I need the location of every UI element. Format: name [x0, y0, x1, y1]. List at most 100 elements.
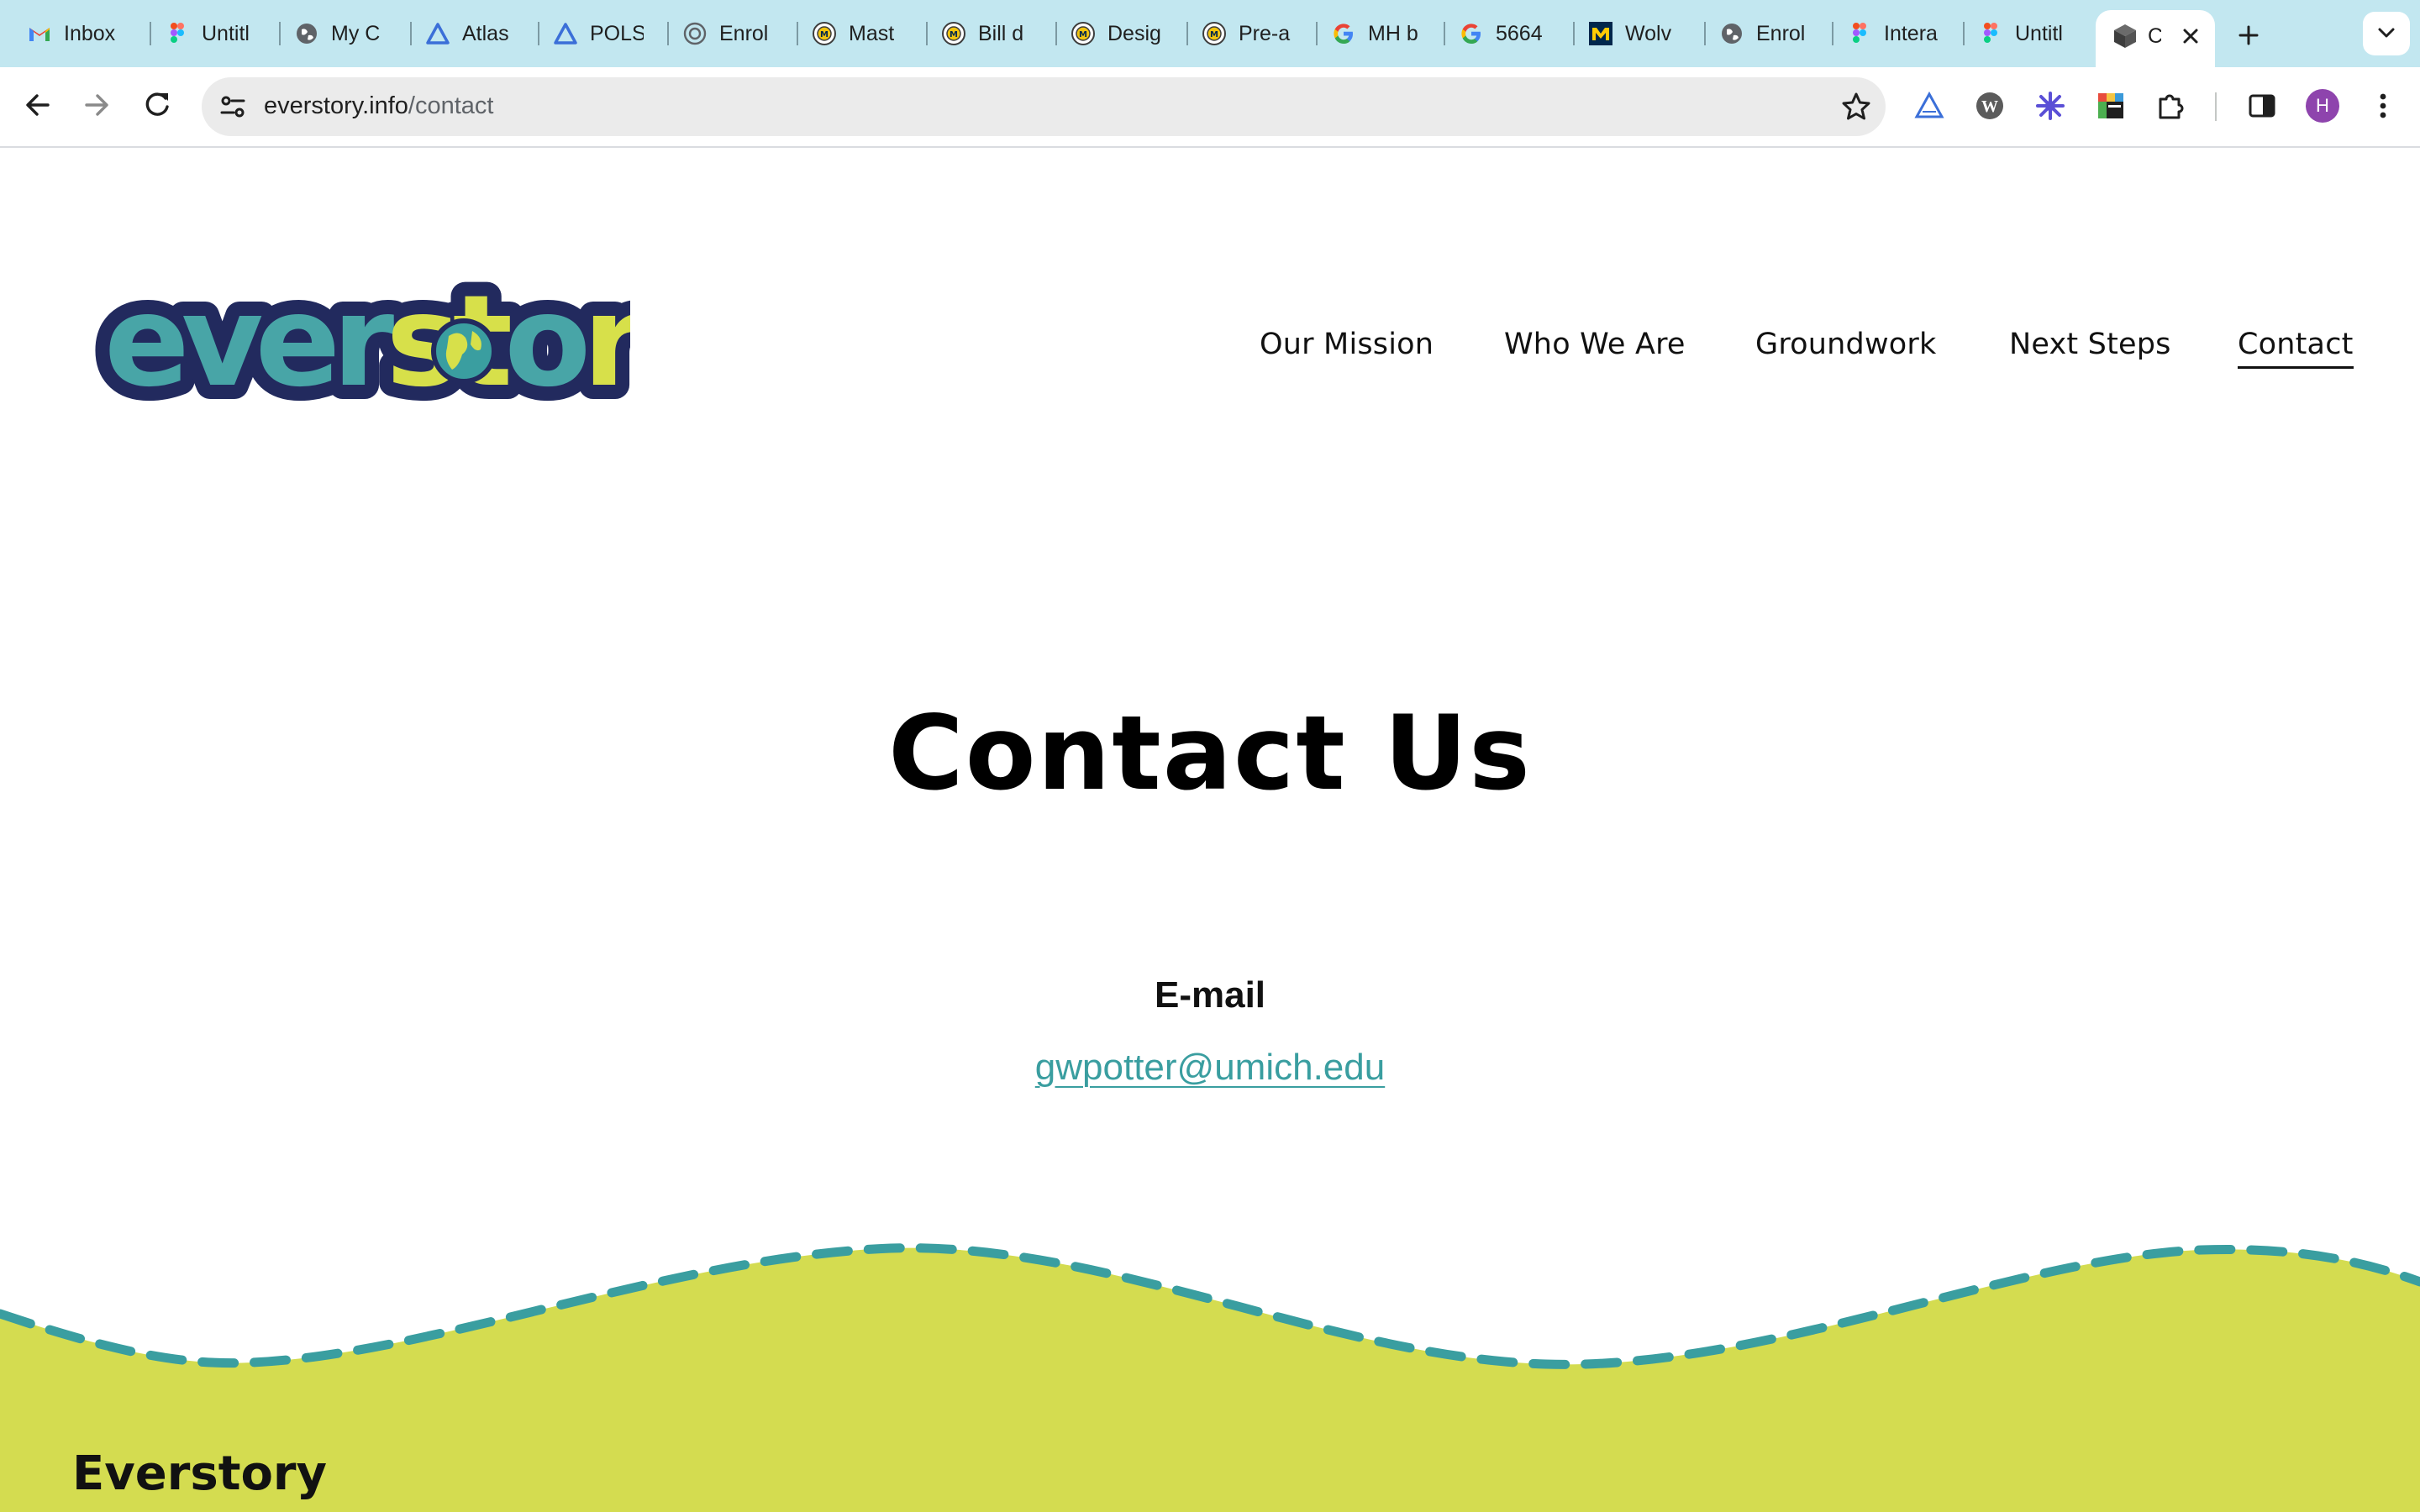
tab-separator: [1704, 22, 1706, 45]
page-title: Contact Us: [888, 694, 1532, 813]
svg-text:M: M: [950, 30, 958, 39]
plus-icon: [2238, 25, 2259, 45]
browser-tab[interactable]: Untitl: [165, 12, 272, 55]
email-link: gwpotter@umich.edu: [0, 1047, 2420, 1089]
browser-tab[interactable]: M Pre-a: [1202, 12, 1309, 55]
extensions-puzzle-icon[interactable]: [2151, 86, 2191, 126]
browser-tab[interactable]: Enrol: [682, 12, 790, 55]
tab-title: Wolv: [1625, 21, 1672, 45]
avatar: H: [2306, 89, 2339, 123]
globe-icon: [431, 318, 497, 384]
nav-our-mission[interactable]: Our Mission: [1260, 328, 1434, 361]
tab-title: Enrol: [719, 21, 769, 45]
triangle-extension-icon[interactable]: [1909, 86, 1949, 126]
browser-tab[interactable]: Wolv: [1588, 12, 1696, 55]
tab-separator: [1444, 22, 1445, 45]
profile-avatar[interactable]: H: [2302, 86, 2343, 126]
arrow-left-icon: [26, 94, 50, 116]
tab-separator: [150, 22, 151, 45]
browser-tab[interactable]: Inbox: [27, 12, 134, 55]
figma-icon: [165, 21, 190, 46]
browser-tab-strip: Inbox Untitl My C Atlas POLS Enrol M Mast M Bill …: [0, 0, 2420, 67]
browser-tab[interactable]: M Desig: [1071, 12, 1178, 55]
everstory-logo[interactable]: everstory everstory: [90, 244, 739, 449]
color-picker-extension-icon[interactable]: [2091, 86, 2131, 126]
browser-tab[interactable]: POLS: [553, 12, 660, 55]
browser-tab[interactable]: MH b: [1331, 12, 1439, 55]
tab-separator: [1573, 22, 1575, 45]
browser-tab[interactable]: Enrol: [1719, 12, 1827, 55]
footer-background: [0, 1247, 2420, 1512]
tab-title: Pre-a: [1239, 21, 1291, 45]
umich-seal-icon: M: [1071, 21, 1096, 46]
asterisk-extension-icon[interactable]: [2030, 86, 2070, 126]
active-tab-title: C: [2148, 24, 2161, 48]
tab-title: My C: [331, 21, 381, 45]
atlas-icon: [553, 21, 578, 46]
tab-separator: [1055, 22, 1057, 45]
figma-icon: [1847, 21, 1872, 46]
tab-separator: [667, 22, 669, 45]
tab-title: MH b: [1368, 21, 1418, 45]
arrow-right-icon: [85, 94, 108, 116]
browser-tab[interactable]: My C: [294, 12, 402, 55]
nav-who-we-are[interactable]: Who We Are: [1504, 328, 1686, 361]
url-text: everstory.info/contact: [264, 92, 493, 120]
active-tab[interactable]: C: [2096, 10, 2215, 67]
tab-title: Untitl: [2015, 21, 2063, 45]
reload-button[interactable]: [136, 84, 178, 126]
svg-text:M: M: [1210, 30, 1218, 39]
tab-title: Bill d: [978, 21, 1024, 45]
browser-toolbar: everstory.info/contact W H: [0, 67, 2420, 148]
browser-tab[interactable]: Intera: [1847, 12, 1954, 55]
tab-title: Inbox: [64, 21, 116, 45]
umich-seal-icon: M: [941, 21, 966, 46]
tab-separator: [926, 22, 928, 45]
globe-icon: [294, 21, 319, 46]
new-tab-button[interactable]: [2230, 17, 2267, 54]
nav-groundwork[interactable]: Groundwork: [1755, 328, 1936, 361]
tab-separator: [538, 22, 539, 45]
site-info-icon[interactable]: [217, 91, 249, 127]
tab-separator: [1186, 22, 1188, 45]
tab-search-button[interactable]: [2363, 12, 2410, 55]
url-path: /contact: [408, 92, 494, 119]
logo-letters: everstory: [104, 269, 630, 415]
svg-text:W: W: [1981, 97, 1998, 116]
email-address-link[interactable]: gwpotter@umich.edu: [1035, 1047, 1385, 1088]
url-host: everstory.info: [264, 92, 408, 119]
browser-tab[interactable]: 5664: [1459, 12, 1566, 55]
circle-logo-icon: [682, 21, 708, 46]
chevron-down-icon: [2378, 28, 2395, 38]
footer-title: Everstory: [72, 1446, 328, 1501]
back-button[interactable]: [17, 84, 59, 126]
block-m-icon: [1588, 21, 1613, 46]
figma-icon: [1978, 21, 2003, 46]
tab-title: Atlas: [462, 21, 509, 45]
browser-menu-button[interactable]: [2363, 86, 2403, 126]
browser-tab[interactable]: Atlas: [425, 12, 533, 55]
tab-title: Intera: [1884, 21, 1938, 45]
forward-button[interactable]: [76, 84, 118, 126]
bookmark-star-icon[interactable]: [1840, 91, 1872, 127]
nav-next-steps[interactable]: Next Steps: [2009, 328, 2171, 361]
tab-separator: [797, 22, 798, 45]
side-panel-icon[interactable]: [2242, 86, 2282, 126]
logo-graphic: everstory everstory: [90, 255, 739, 429]
tab-title: Mast: [849, 21, 895, 45]
browser-tab[interactable]: M Bill d: [941, 12, 1049, 55]
close-tab-icon[interactable]: [2176, 22, 2205, 55]
nav-contact[interactable]: Contact: [2238, 328, 2354, 369]
tab-separator: [1832, 22, 1833, 45]
browser-tab[interactable]: M Mast: [812, 12, 919, 55]
google-icon: [1459, 21, 1484, 46]
svg-text:M: M: [820, 30, 829, 39]
address-bar[interactable]: everstory.info/contact: [202, 77, 1886, 136]
kebab-menu-icon: [2380, 93, 2386, 118]
tab-title: Untitl: [202, 21, 250, 45]
wordpress-extension-icon[interactable]: W: [1970, 86, 2010, 126]
google-icon: [1331, 21, 1356, 46]
tab-separator: [279, 22, 281, 45]
browser-tab[interactable]: Untitl: [1978, 12, 2086, 55]
globe-icon: [1719, 21, 1744, 46]
